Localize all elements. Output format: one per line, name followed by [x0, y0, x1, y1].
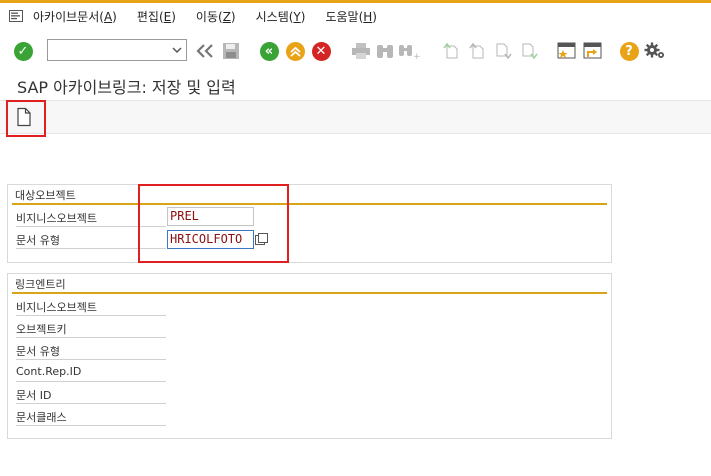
highlight-create-document	[6, 100, 46, 137]
double-chevron-left-icon: «	[259, 41, 279, 61]
document-id-label: 문서 ID	[16, 389, 52, 402]
binoculars-icon	[377, 45, 393, 58]
floppy-disk-icon	[223, 43, 239, 59]
enter-button[interactable]: ✓	[12, 40, 34, 62]
cancel-button[interactable]: ✕	[310, 40, 332, 62]
next-page-icon	[496, 43, 512, 60]
back-button[interactable]: «	[258, 40, 280, 62]
previous-page-icon	[469, 42, 484, 59]
group-title-target-object: 대상오브젝트	[15, 189, 76, 202]
application-toolbar	[0, 100, 711, 134]
double-chevron-left-icon	[196, 44, 213, 58]
first-page-button[interactable]	[440, 40, 462, 62]
object-key-label: 오브젝트키	[16, 323, 67, 336]
first-page-icon	[443, 42, 458, 59]
group-divider	[12, 292, 607, 294]
sap-menu-icon[interactable]	[9, 10, 23, 22]
gears-icon	[644, 42, 664, 58]
menu-bar: 아카이브문서(A) 편집(E) 이동(Z) 시스템(Y) 도움말(H)	[0, 0, 711, 29]
customize-layout-button[interactable]	[644, 40, 666, 62]
find-button[interactable]	[374, 40, 396, 62]
command-field-toggle-button[interactable]	[194, 40, 216, 62]
chevron-down-icon[interactable]	[172, 43, 182, 57]
print-button[interactable]	[350, 40, 372, 62]
exit-button[interactable]	[284, 40, 306, 62]
question-mark-icon: ?	[619, 41, 639, 61]
command-field[interactable]	[47, 39, 187, 61]
label-underline	[16, 359, 166, 360]
menu-archive-document[interactable]: 아카이브문서(A)	[33, 8, 117, 25]
document-type-label: 문서 유형	[16, 234, 60, 247]
menu-system[interactable]: 시스템(Y)	[256, 8, 306, 25]
previous-page-button[interactable]	[466, 40, 488, 62]
close-icon: ✕	[311, 41, 331, 61]
menu-edit[interactable]: 편집(E)	[137, 8, 176, 25]
business-object-label: 비지니스오브젝트	[16, 212, 97, 225]
binoculars-plus-icon: +	[399, 45, 420, 60]
find-next-button[interactable]: +	[398, 40, 420, 62]
double-chevron-up-icon	[285, 41, 305, 61]
label-underline	[16, 337, 166, 338]
page-title: SAP 아카이브링크: 저장 및 입력	[17, 78, 236, 97]
generate-shortcut-button[interactable]	[582, 40, 604, 62]
printer-icon	[352, 43, 370, 59]
group-title-link-entry: 링크엔트리	[15, 278, 66, 291]
shortcut-window-icon	[583, 42, 602, 59]
link-document-type-label: 문서 유형	[16, 345, 60, 358]
menu-help[interactable]: 도움말(H)	[325, 8, 377, 25]
group-divider	[12, 203, 607, 205]
last-page-icon	[522, 43, 538, 60]
save-button[interactable]	[220, 40, 242, 62]
highlight-target-fields	[138, 184, 289, 263]
help-button[interactable]: ?	[618, 40, 640, 62]
label-underline	[16, 425, 166, 426]
document-class-label: 문서클래스	[16, 411, 67, 424]
content-repository-id-label: Cont.Rep.ID	[16, 365, 82, 378]
link-business-object-label: 비지니스오브젝트	[16, 301, 97, 314]
next-page-button[interactable]	[492, 40, 514, 62]
label-underline	[16, 403, 166, 404]
link-entry-group: 링크엔트리 비지니스오브젝트 오브젝트키 문서 유형 Cont.Rep.ID 문…	[7, 273, 612, 439]
label-underline	[16, 381, 166, 382]
label-underline	[16, 315, 166, 316]
svg-text:+: +	[413, 52, 420, 60]
create-session-button[interactable]	[556, 40, 578, 62]
last-page-button[interactable]	[518, 40, 540, 62]
menu-goto[interactable]: 이동(Z)	[196, 8, 236, 25]
target-object-group: 대상오브젝트 비지니스오브젝트 PREL 문서 유형 HRICOLFOTO	[7, 184, 612, 263]
checkmark-icon: ✓	[13, 41, 33, 61]
new-window-star-icon	[557, 42, 576, 59]
